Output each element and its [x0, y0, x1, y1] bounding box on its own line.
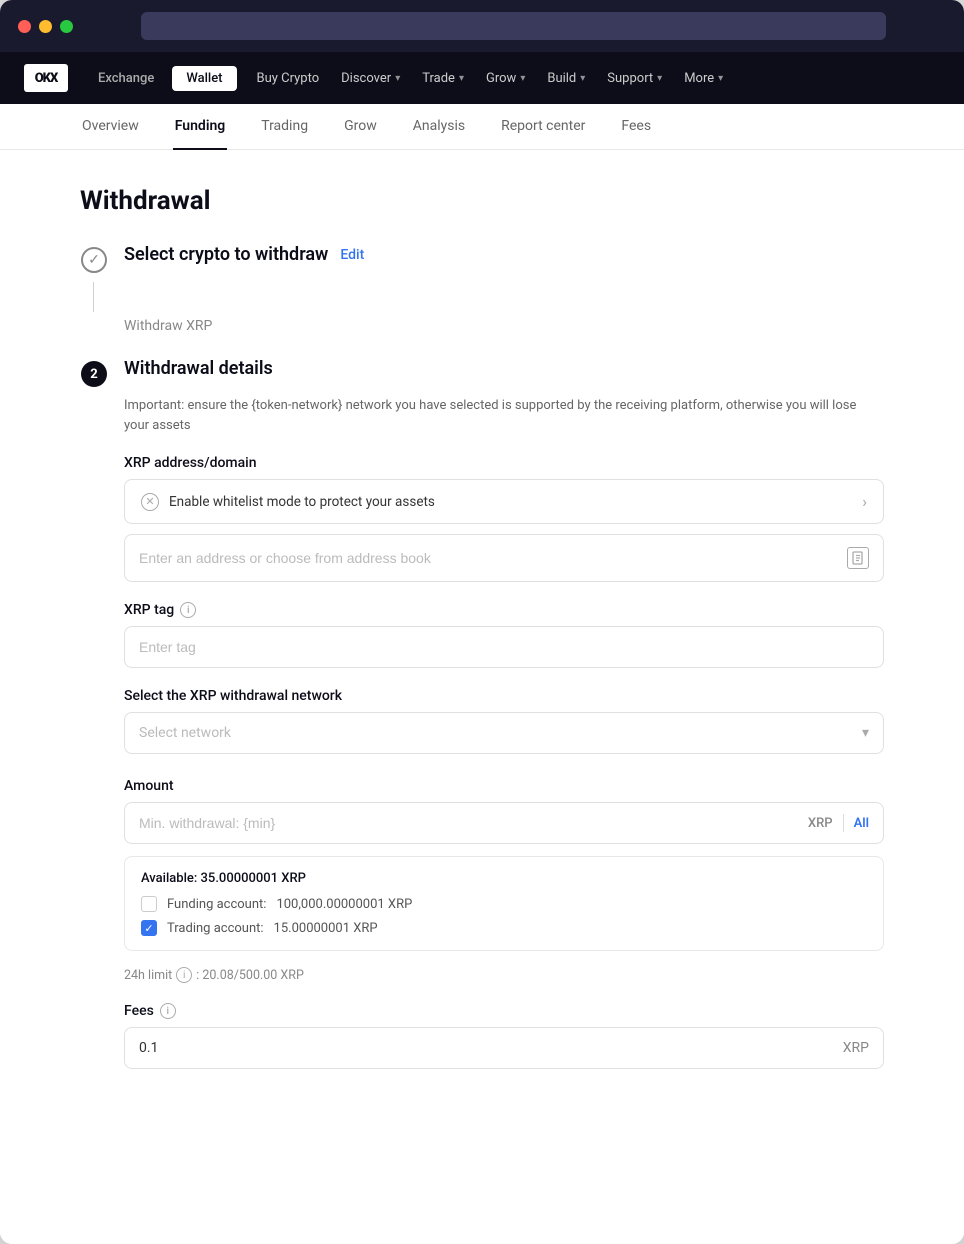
funding-account-label: Funding account:	[167, 897, 266, 912]
nav-tab-wallet[interactable]: Wallet	[172, 66, 236, 91]
page-title: Withdrawal	[80, 186, 884, 216]
step1-subtitle: Withdraw XRP	[124, 318, 884, 334]
trading-account-row: Trading account: 15.00000001 XRP	[141, 920, 867, 936]
subnav-funding[interactable]: Funding	[173, 104, 227, 150]
support-chevron-icon: ▾	[657, 73, 662, 84]
address-input-field	[124, 534, 884, 582]
fees-label: Fees	[124, 1003, 154, 1019]
nav-grow[interactable]: Grow ▾	[486, 71, 525, 86]
whitelist-banner[interactable]: ✕ Enable whitelist mode to protect your …	[124, 479, 884, 524]
amount-wrapper: XRP All	[124, 802, 884, 844]
trading-account-amount: 15.00000001 XRP	[274, 921, 378, 936]
step1-title: Select crypto to withdraw	[124, 244, 328, 265]
step1-row: ✓ Select crypto to withdraw Edit	[80, 244, 884, 274]
url-bar[interactable]	[141, 12, 886, 40]
nav-tabs: Exchange Wallet	[84, 66, 237, 91]
nav-discover[interactable]: Discover ▾	[341, 71, 400, 86]
fees-box: 0.1 XRP	[124, 1027, 884, 1069]
amount-label: Amount	[124, 778, 884, 794]
minimize-dot[interactable]	[39, 20, 52, 33]
address-input[interactable]	[139, 550, 847, 566]
maximize-dot[interactable]	[60, 20, 73, 33]
fees-label-row: Fees i	[124, 1003, 884, 1019]
limit-label: 24h limit	[124, 968, 172, 983]
network-chevron-icon: ▾	[862, 725, 869, 741]
step1-edit-link[interactable]: Edit	[340, 247, 364, 263]
subnav-analysis[interactable]: Analysis	[411, 104, 467, 150]
step2-icon: 2	[80, 360, 108, 388]
x-icon: ✕	[141, 493, 159, 511]
subnav-overview[interactable]: Overview	[80, 104, 141, 150]
nav-build[interactable]: Build ▾	[547, 71, 585, 86]
tag-info-icon[interactable]: i	[180, 602, 196, 618]
discover-chevron-icon: ▾	[395, 73, 400, 84]
step2-warning: Important: ensure the {token-network} ne…	[124, 396, 884, 435]
limit-value: : 20.08/500.00 XRP	[196, 968, 304, 983]
step2-content: Important: ensure the {token-network} ne…	[124, 396, 884, 1069]
navbar: OKX Exchange Wallet Buy Crypto Discover …	[0, 52, 964, 104]
subnav-trading[interactable]: Trading	[259, 104, 310, 150]
network-placeholder: Select network	[139, 725, 231, 741]
nav-tab-exchange[interactable]: Exchange	[84, 66, 168, 91]
step1-check-icon: ✓	[81, 247, 107, 273]
address-input-wrapper	[124, 534, 884, 582]
limit-info-icon[interactable]: i	[176, 967, 192, 983]
subnav-report-center[interactable]: Report center	[499, 104, 587, 150]
limit-row: 24h limit i : 20.08/500.00 XRP	[124, 967, 884, 983]
available-amount: 35.00000001 XRP	[201, 871, 306, 886]
step2-row: 2 Withdrawal details	[80, 358, 884, 388]
nav-support[interactable]: Support ▾	[607, 71, 662, 86]
build-chevron-icon: ▾	[580, 73, 585, 84]
address-label: XRP address/domain	[124, 455, 884, 471]
nav-menu: Buy Crypto Discover ▾ Trade ▾ Grow ▾ Bui…	[257, 71, 724, 86]
funding-checkbox[interactable]	[141, 896, 157, 912]
tag-input[interactable]	[124, 626, 884, 668]
amount-divider	[843, 814, 844, 832]
network-label: Select the XRP withdrawal network	[124, 688, 884, 704]
amount-currency: XRP	[808, 816, 833, 831]
trading-account-label: Trading account:	[167, 921, 264, 936]
info-box: Available: 35.00000001 XRP Funding accou…	[124, 856, 884, 951]
trade-chevron-icon: ▾	[459, 73, 464, 84]
funding-account-row: Funding account: 100,000.00000001 XRP	[141, 896, 867, 912]
step-connector-1	[93, 282, 94, 312]
subnav-fees[interactable]: Fees	[619, 104, 653, 150]
fees-section: Fees i 0.1 XRP	[124, 1003, 884, 1069]
step2-number-badge: 2	[81, 361, 107, 387]
nav-more[interactable]: More ▾	[684, 71, 723, 86]
tag-input-wrapper	[124, 626, 884, 668]
amount-input[interactable]	[139, 815, 798, 831]
subnav: Overview Funding Trading Grow Analysis R…	[0, 104, 964, 150]
available-row: Available: 35.00000001 XRP	[141, 871, 867, 886]
available-label: Available:	[141, 871, 201, 886]
whitelist-banner-left: ✕ Enable whitelist mode to protect your …	[141, 493, 435, 511]
step1-icon: ✓	[80, 246, 108, 274]
fees-info-icon[interactable]: i	[160, 1003, 176, 1019]
fees-currency: XRP	[843, 1040, 869, 1056]
whitelist-text: Enable whitelist mode to protect your as…	[169, 494, 435, 510]
whitelist-chevron-icon: ›	[862, 492, 867, 511]
close-dot[interactable]	[18, 20, 31, 33]
subnav-grow[interactable]: Grow	[342, 104, 379, 150]
main-content: Withdrawal ✓ Select crypto to withdraw E…	[0, 150, 964, 1244]
nav-buy-crypto[interactable]: Buy Crypto	[257, 71, 320, 86]
network-select[interactable]: Select network ▾	[124, 712, 884, 754]
tag-label: XRP tag	[124, 602, 174, 618]
trading-checkbox[interactable]	[141, 920, 157, 936]
fees-value: 0.1	[139, 1040, 158, 1056]
tag-label-row: XRP tag i	[124, 602, 884, 618]
logo: OKX	[24, 64, 68, 92]
titlebar	[0, 0, 964, 52]
more-chevron-icon: ▾	[718, 73, 723, 84]
address-book-icon[interactable]	[847, 547, 869, 569]
funding-account-amount: 100,000.00000001 XRP	[276, 897, 412, 912]
grow-chevron-icon: ▾	[520, 73, 525, 84]
step2-title: Withdrawal details	[124, 358, 273, 379]
amount-all-button[interactable]: All	[854, 816, 869, 831]
nav-trade[interactable]: Trade ▾	[422, 71, 464, 86]
